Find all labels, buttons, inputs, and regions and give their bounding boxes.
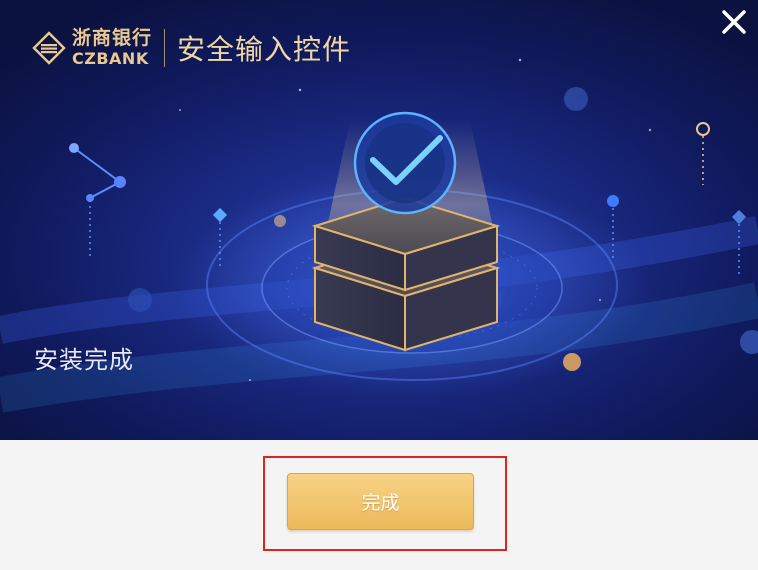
brand-name-cn: 浙商银行 (72, 27, 153, 49)
brand-name: 浙商银行 CZBANK (72, 29, 152, 67)
brand-divider (164, 29, 166, 67)
hero-banner: 浙商银行 CZBANK 安全输入控件 安装完成 (0, 0, 758, 440)
close-button[interactable] (716, 4, 752, 40)
window-title: 安全输入控件 (177, 33, 352, 66)
done-button[interactable]: 完成 (287, 473, 474, 530)
install-status: 安装完成 (34, 346, 134, 374)
czbank-logo-icon (32, 31, 66, 65)
installer-window: 浙商银行 CZBANK 安全输入控件 安装完成 完成 (0, 0, 758, 570)
brand-header: 浙商银行 CZBANK 安全输入控件 (32, 26, 351, 70)
brand-name-en: CZBANK (72, 49, 149, 68)
close-icon (722, 10, 746, 34)
